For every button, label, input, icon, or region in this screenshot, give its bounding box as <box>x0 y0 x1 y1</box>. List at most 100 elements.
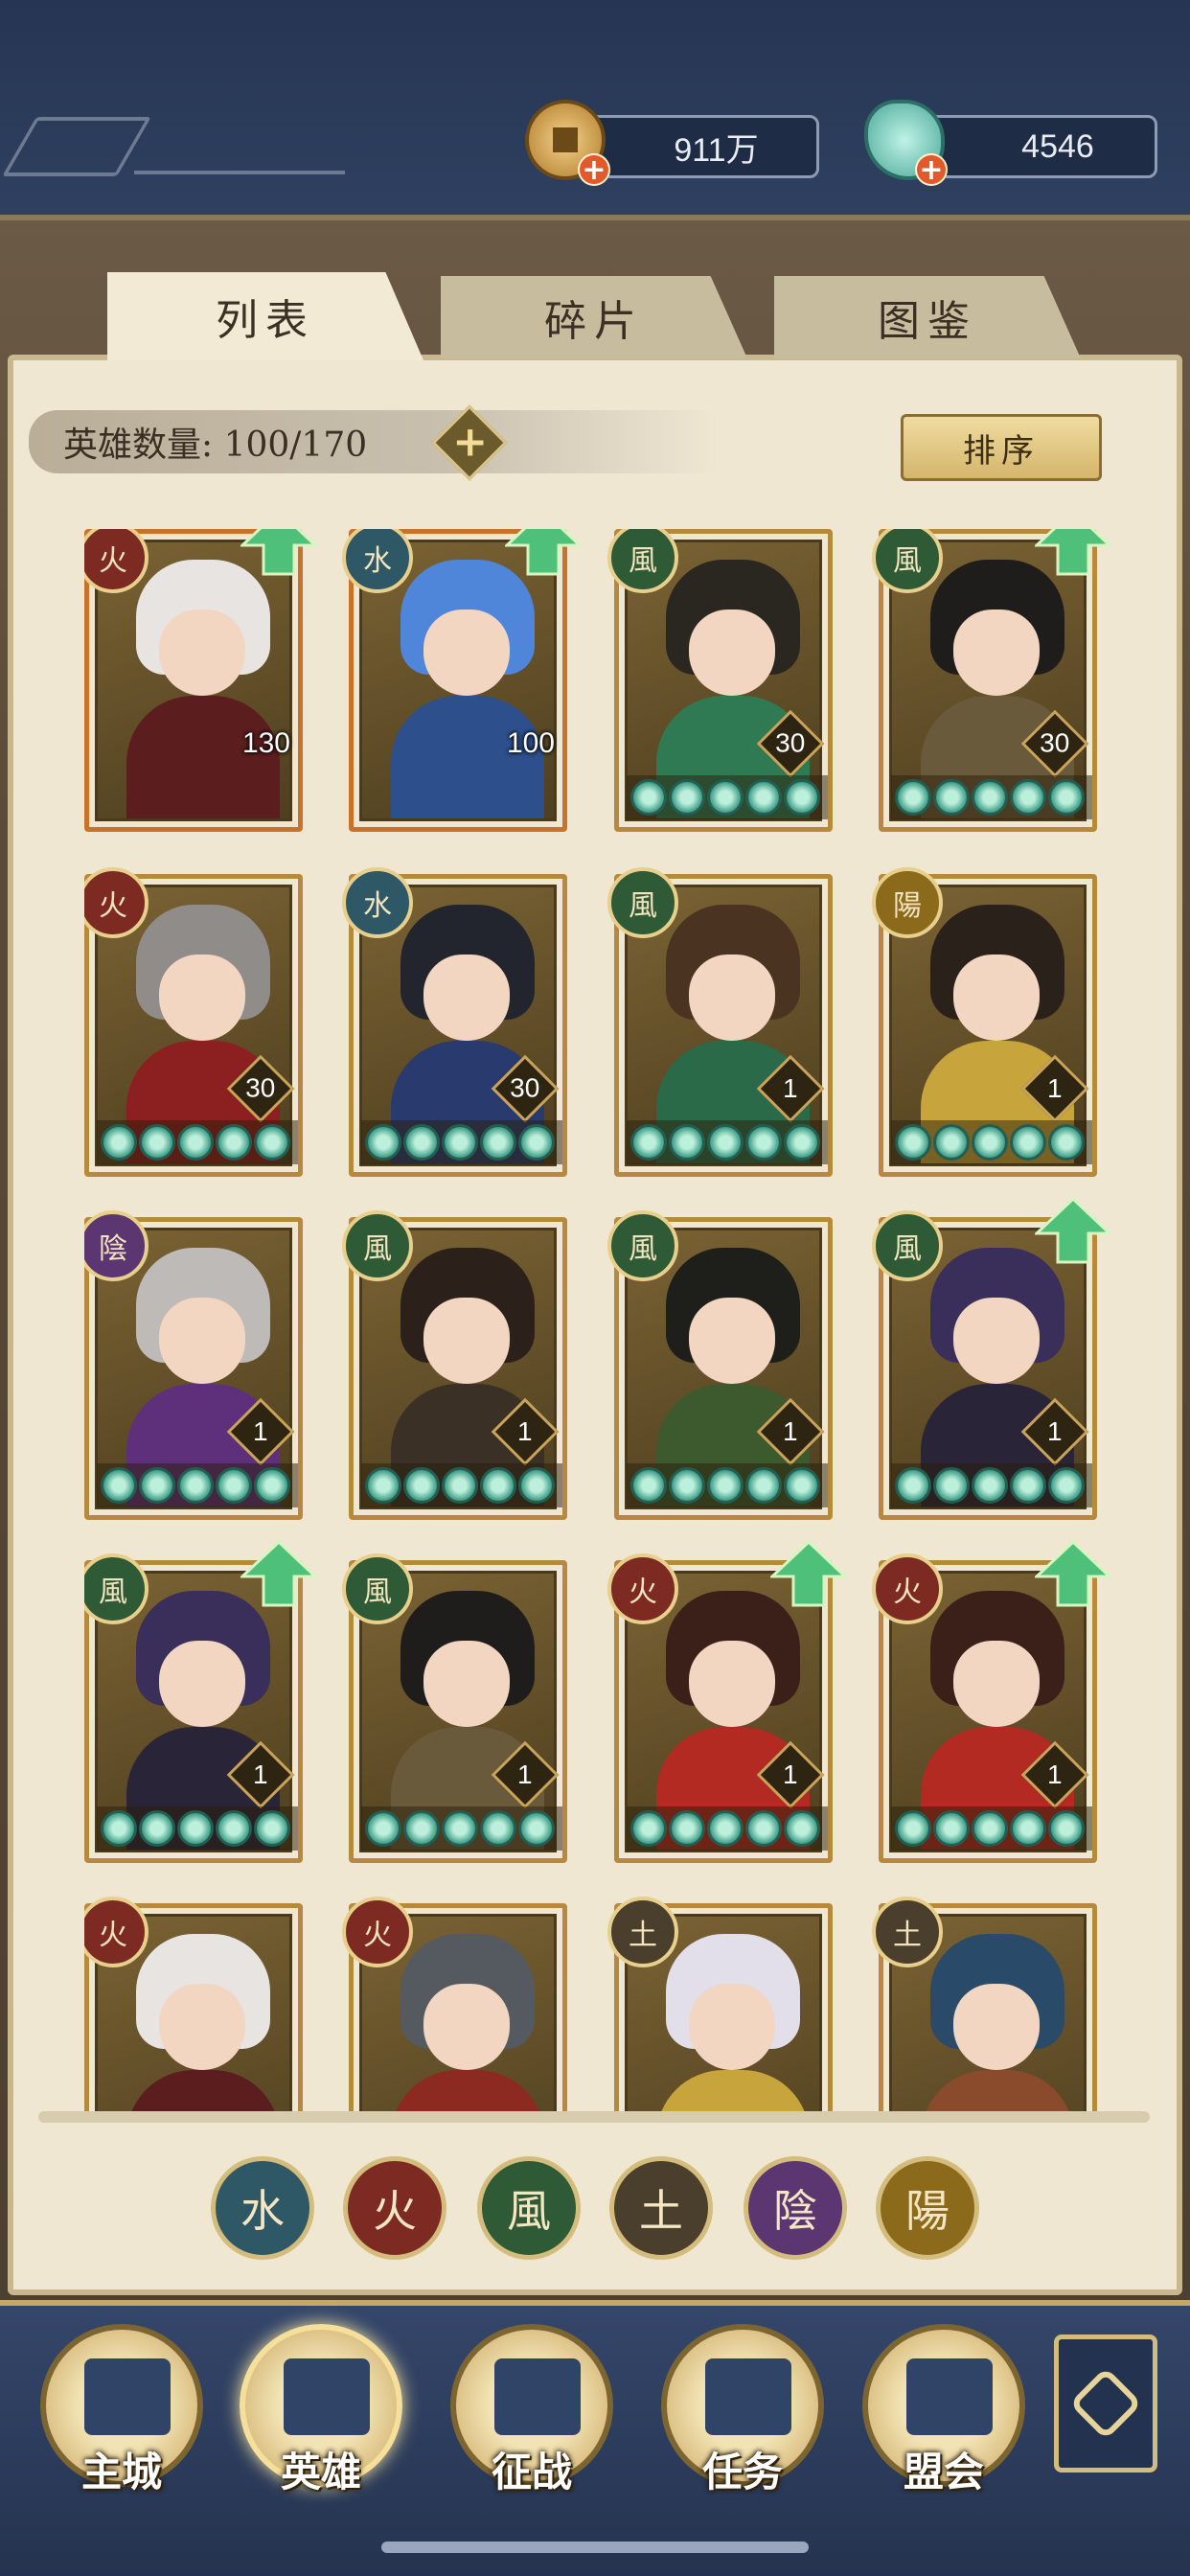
jade-star-icon <box>1048 1810 1085 1847</box>
hero-card[interactable]: 火 <box>342 1897 567 2120</box>
jade-star-icon <box>707 779 744 816</box>
element-badge: 火 <box>342 1897 413 1967</box>
upgrade-arrow-icon <box>770 1540 847 1607</box>
jade-star-icon <box>403 1124 440 1161</box>
hero-card[interactable]: 風1 <box>872 1197 1111 1520</box>
jade-star-icon <box>630 1810 667 1847</box>
nav-icon <box>494 2358 581 2435</box>
star-rating <box>97 1120 298 1164</box>
hero-card[interactable]: 風1 <box>342 1210 567 1520</box>
tab-codex[interactable]: 图鉴 <box>774 276 1081 358</box>
jade-star-icon <box>669 779 705 816</box>
element-filter-button[interactable]: 火 <box>343 2156 446 2260</box>
jade-star-icon <box>442 1467 478 1504</box>
add-coins-button[interactable]: + <box>578 153 610 186</box>
jade-counter: 4546 <box>920 115 1157 178</box>
upgrade-arrow-icon <box>240 1540 317 1607</box>
upgrade-arrow-icon <box>1035 529 1111 576</box>
jade-star-icon <box>745 1810 782 1847</box>
star-rating <box>361 1806 562 1851</box>
jade-star-icon <box>216 1124 252 1161</box>
hero-card[interactable]: 火1 <box>872 1540 1111 1863</box>
hero-card[interactable]: 陽1 <box>872 867 1097 1177</box>
star-rating <box>891 775 1092 819</box>
hero-card[interactable]: 風1 <box>607 1210 833 1520</box>
jade-star-icon <box>216 1810 252 1847</box>
nav-label: 盟会 <box>903 2449 984 2496</box>
hero-card[interactable]: 水 30 <box>342 867 567 1177</box>
jade-star-icon <box>518 1124 555 1161</box>
menu-emblem-icon[interactable] <box>2 117 151 176</box>
hero-card[interactable]: 風1 <box>84 1540 317 1863</box>
upgrade-arrow-icon <box>505 529 582 576</box>
hero-card[interactable]: 火 130 <box>84 529 317 832</box>
element-filter-button[interactable]: 陽 <box>876 2156 979 2260</box>
jade-star-icon <box>480 1810 516 1847</box>
jade-star-icon <box>480 1124 516 1161</box>
star-rating <box>97 1463 298 1507</box>
hero-card[interactable]: 風 30 <box>607 529 833 832</box>
element-filter-button[interactable]: 水 <box>211 2156 314 2260</box>
tab-fragments[interactable]: 碎片 <box>441 276 747 358</box>
sort-button[interactable]: 排序 <box>901 414 1102 481</box>
star-rating <box>891 1806 1092 1851</box>
jade-star-icon <box>669 1467 705 1504</box>
element-filter-button[interactable]: 陰 <box>744 2156 847 2260</box>
jade-star-icon <box>254 1124 290 1161</box>
tab-list[interactable]: 列表 <box>107 272 423 360</box>
nav-icon <box>906 2358 993 2435</box>
nav-icon <box>84 2358 171 2435</box>
element-badge: 風 <box>342 1210 413 1281</box>
element-badge: 風 <box>872 1210 943 1281</box>
jade-star-icon <box>895 1810 931 1847</box>
hero-card[interactable]: 風1 <box>607 867 833 1177</box>
hero-card[interactable]: 火 30 <box>84 867 303 1177</box>
nav-label: 英雄 <box>280 2449 361 2496</box>
jade-star-icon <box>630 779 667 816</box>
star-rating <box>627 1806 828 1851</box>
element-badge: 風 <box>607 1210 678 1281</box>
hero-card[interactable]: 陰1 <box>84 1210 303 1520</box>
jade-star-icon <box>518 1810 555 1847</box>
hero-card[interactable]: 水 100 <box>342 529 582 832</box>
hero-card[interactable]: 風1 <box>342 1553 567 1863</box>
star-rating <box>361 1120 562 1164</box>
nav-label: 主城 <box>80 2449 162 2496</box>
element-badge: 陽 <box>872 867 943 938</box>
jade-star-icon <box>784 779 820 816</box>
jade-star-icon <box>745 1467 782 1504</box>
jade-star-icon <box>1010 1467 1046 1504</box>
jade-star-icon <box>745 779 782 816</box>
jade-star-icon <box>365 1467 401 1504</box>
jade-star-icon <box>707 1810 744 1847</box>
jade-star-icon <box>177 1467 214 1504</box>
element-filter-button[interactable]: 土 <box>609 2156 713 2260</box>
emblem-divider <box>134 171 345 174</box>
jade-star-icon <box>669 1810 705 1847</box>
jade-star-icon <box>895 1467 931 1504</box>
add-jade-button[interactable]: + <box>915 153 948 186</box>
jade-star-icon <box>1010 1810 1046 1847</box>
jade-star-icon <box>442 1810 478 1847</box>
more-menu-button[interactable] <box>1054 2334 1157 2472</box>
coin-counter: 911万 <box>575 115 819 178</box>
star-rating <box>891 1463 1092 1507</box>
jade-star-icon <box>1048 1124 1085 1161</box>
jade-star-icon <box>933 1810 970 1847</box>
element-badge: 土 <box>607 1897 678 1967</box>
hero-card[interactable]: 土 <box>872 1897 1097 2120</box>
jade-star-icon <box>101 1124 137 1161</box>
hero-card[interactable]: 風 30 <box>872 529 1111 832</box>
element-badge: 火 <box>872 1553 943 1624</box>
element-filter-button[interactable]: 風 <box>477 2156 581 2260</box>
hero-card[interactable]: 火 <box>84 1897 303 2120</box>
jade-star-icon <box>1010 779 1046 816</box>
hero-card[interactable]: 火1 <box>607 1540 847 1863</box>
top-resource-bar <box>0 0 1190 220</box>
jade-star-icon <box>972 1810 1008 1847</box>
hero-card[interactable]: 土 <box>607 1897 833 2120</box>
jade-star-icon <box>933 1124 970 1161</box>
hero-level: 100 <box>506 727 555 759</box>
home-indicator <box>381 2542 809 2553</box>
jade-star-icon <box>101 1810 137 1847</box>
